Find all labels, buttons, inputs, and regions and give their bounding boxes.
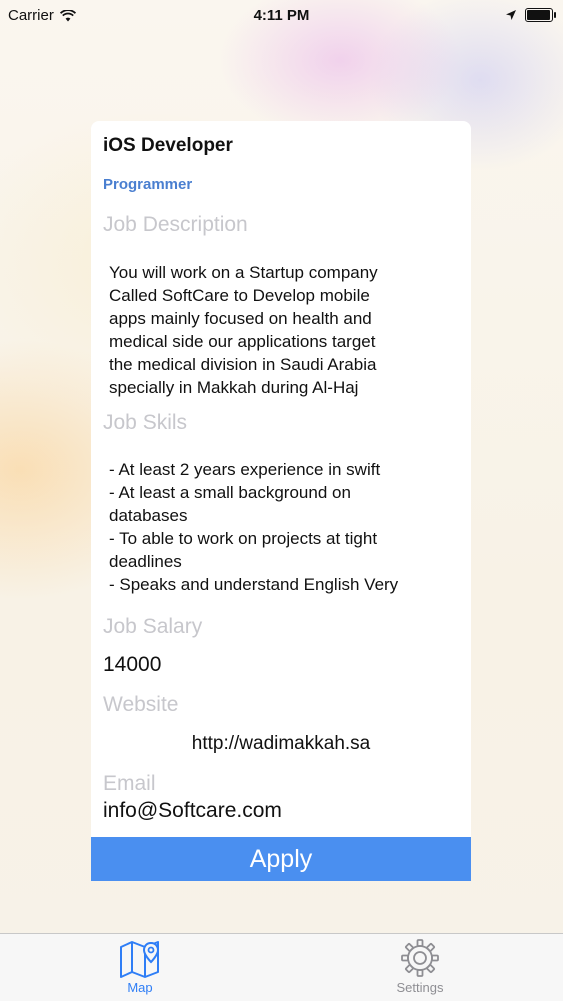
- job-role: Programmer: [103, 176, 193, 193]
- email-link[interactable]: info@Softcare.com: [103, 799, 282, 823]
- status-time: 4:11 PM: [253, 7, 310, 24]
- tab-map-label: Map: [127, 980, 153, 995]
- job-salary-label: Job Salary: [103, 615, 203, 638]
- job-description-label: Job Description: [103, 213, 248, 236]
- job-description-text[interactable]: You will work on a Startup company Calle…: [109, 261, 454, 401]
- map-icon: [120, 941, 160, 978]
- job-title: iOS Developer: [103, 135, 233, 156]
- apply-button[interactable]: Apply: [91, 837, 471, 881]
- job-card: iOS Developer Programmer Job Description…: [91, 121, 471, 841]
- job-skills-label: Job Skils: [103, 411, 188, 434]
- status-right: [505, 8, 556, 22]
- job-skills-text[interactable]: - At least 2 years experience in swift -…: [109, 458, 454, 594]
- job-salary-value: 14000: [103, 653, 162, 676]
- email-label: Email: [103, 772, 156, 795]
- tab-settings-label: Settings: [396, 980, 444, 995]
- website-label: Website: [103, 693, 179, 716]
- location-arrow-icon: [506, 10, 516, 20]
- battery-icon: [525, 8, 556, 22]
- tab-map[interactable]: Map: [100, 938, 180, 1000]
- website-link[interactable]: http://wadimakkah.sa: [91, 733, 471, 755]
- status-bar: Carrier 4:11 PM: [0, 0, 563, 34]
- tab-bar: Map Settings: [0, 933, 563, 1001]
- gear-icon: [401, 939, 439, 977]
- tab-settings[interactable]: Settings: [380, 938, 460, 1000]
- battery-level: [527, 10, 550, 20]
